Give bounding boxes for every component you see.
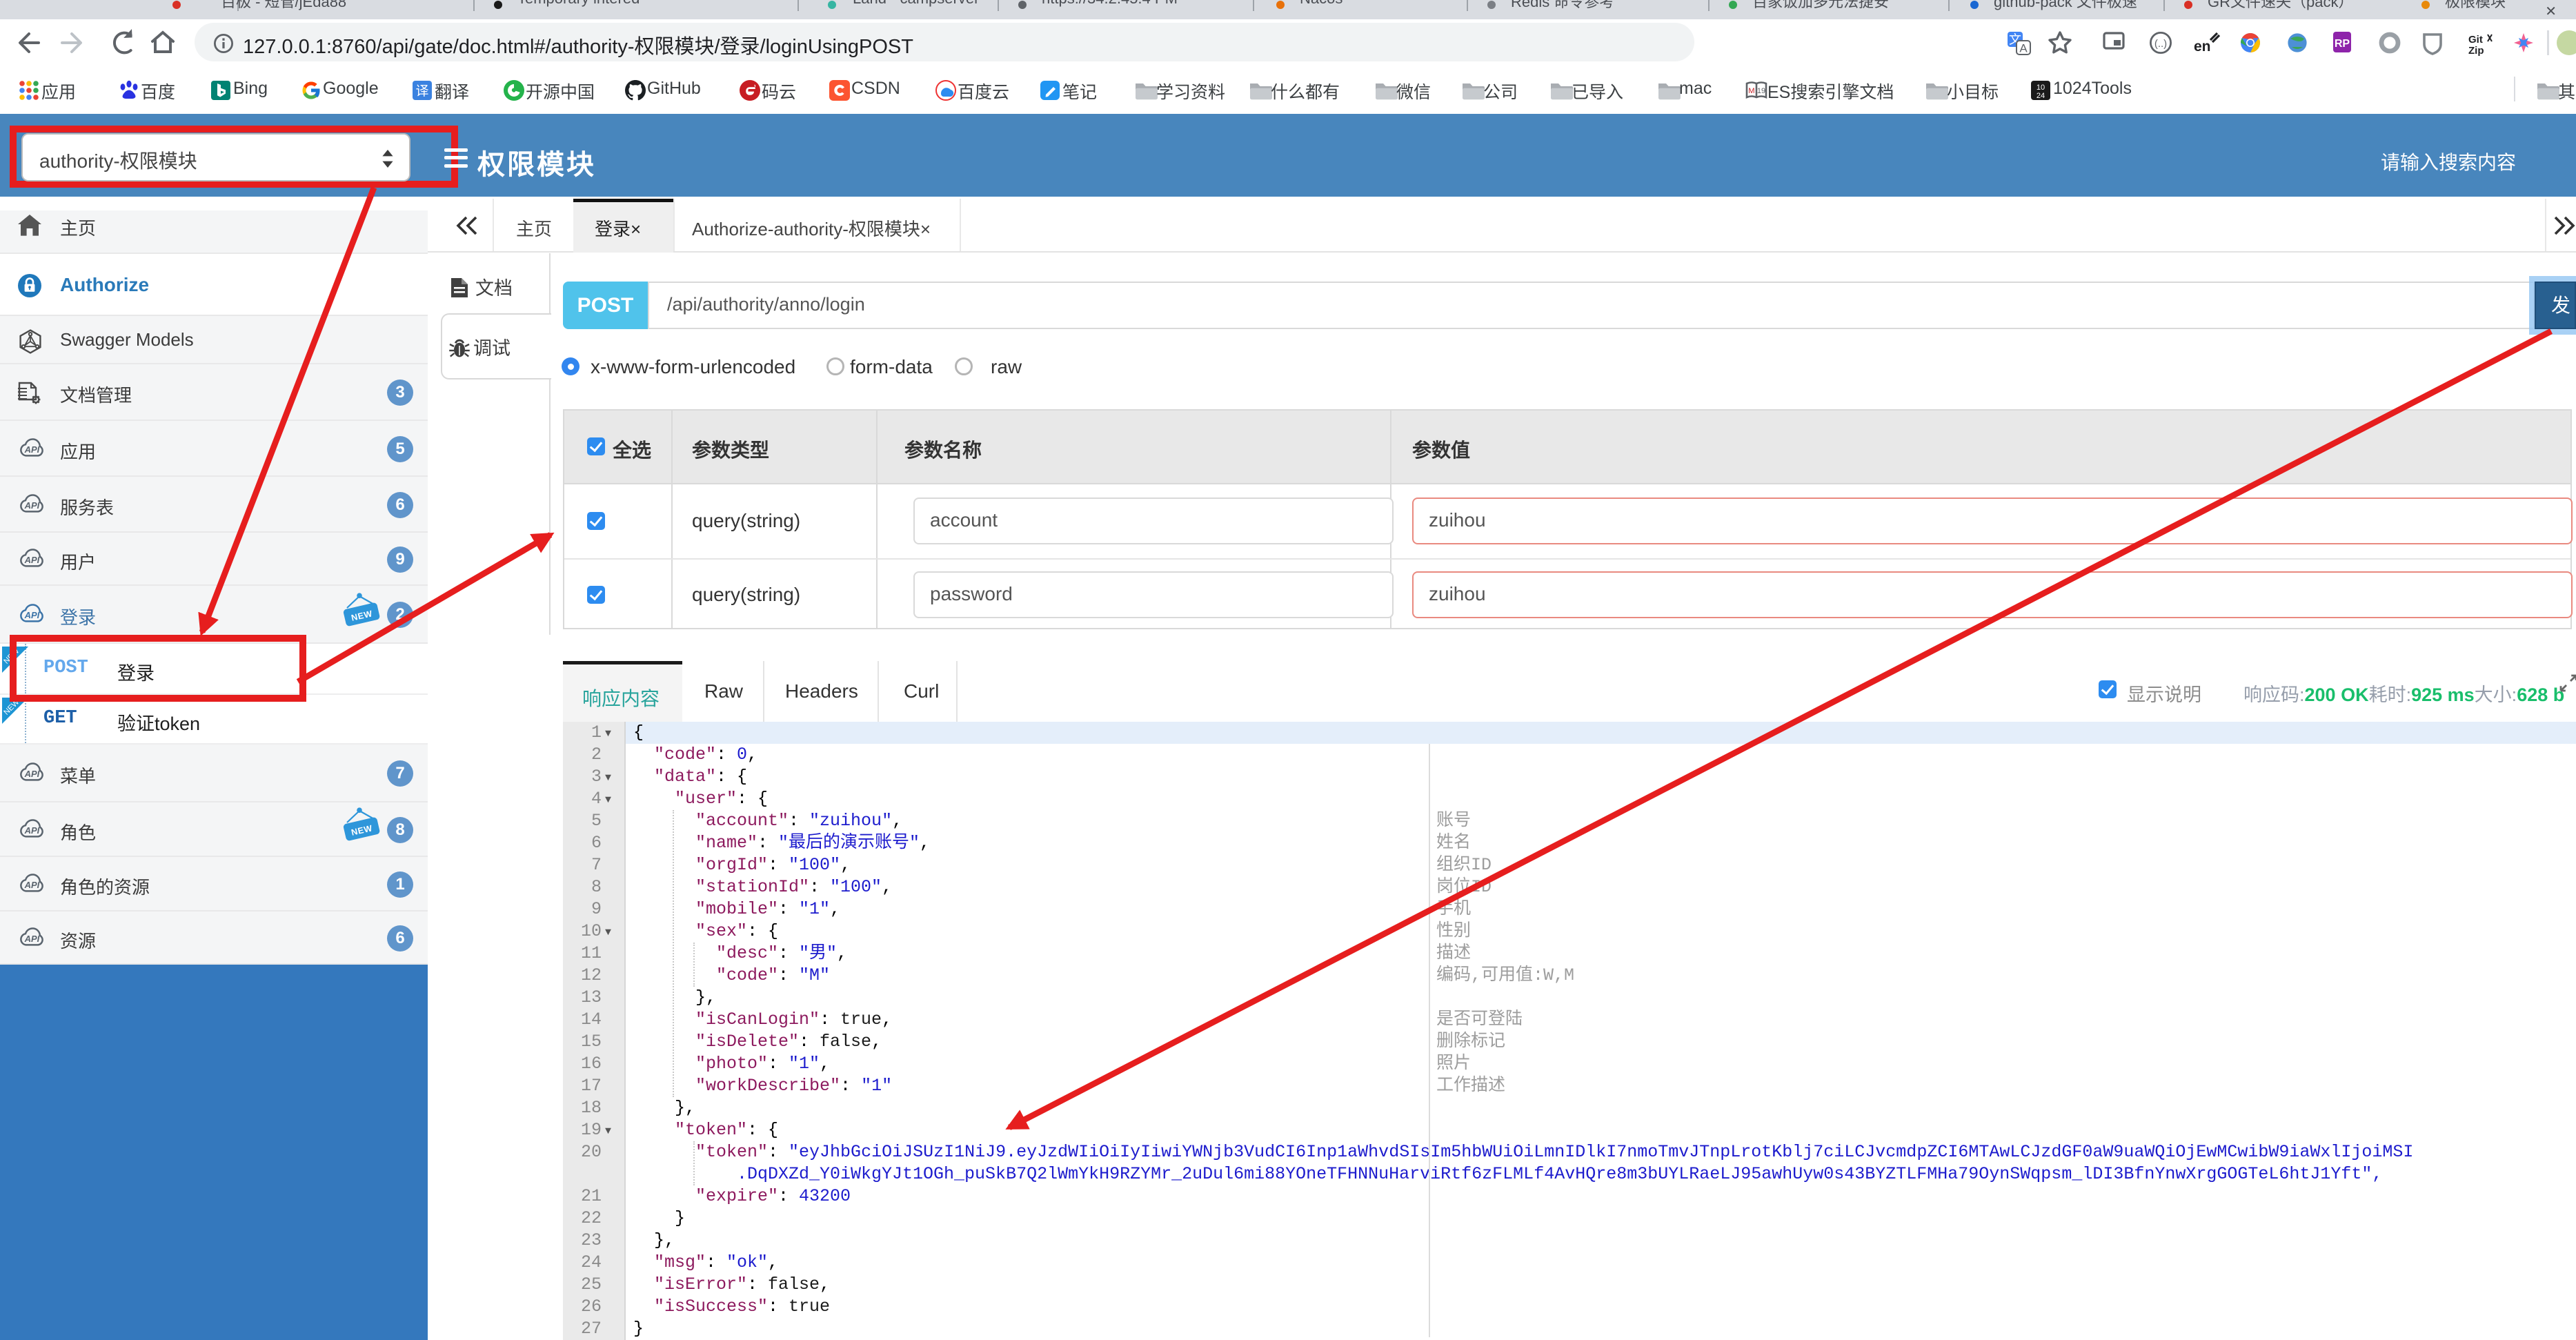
svg-text:API: API xyxy=(24,769,40,779)
svg-text:API: API xyxy=(24,444,40,455)
svg-text:M: M xyxy=(1748,87,1754,95)
svg-text:Zip: Zip xyxy=(2468,45,2484,57)
svg-text:10: 10 xyxy=(2037,83,2045,92)
svg-text:24: 24 xyxy=(2037,92,2045,100)
svg-text:RP: RP xyxy=(2335,38,2350,50)
svg-text:API: API xyxy=(24,825,40,836)
svg-text:API: API xyxy=(24,934,40,944)
svg-text:(..): (..) xyxy=(2154,38,2167,50)
svg-text:19: 19 xyxy=(1757,87,1765,95)
svg-text:API: API xyxy=(24,880,40,890)
svg-text:API: API xyxy=(24,500,40,511)
svg-text:API: API xyxy=(24,610,40,620)
svg-text:译: 译 xyxy=(415,84,428,99)
svg-text:en: en xyxy=(2194,39,2211,55)
svg-text:Git: Git xyxy=(2468,34,2483,46)
svg-text:API: API xyxy=(24,555,40,565)
